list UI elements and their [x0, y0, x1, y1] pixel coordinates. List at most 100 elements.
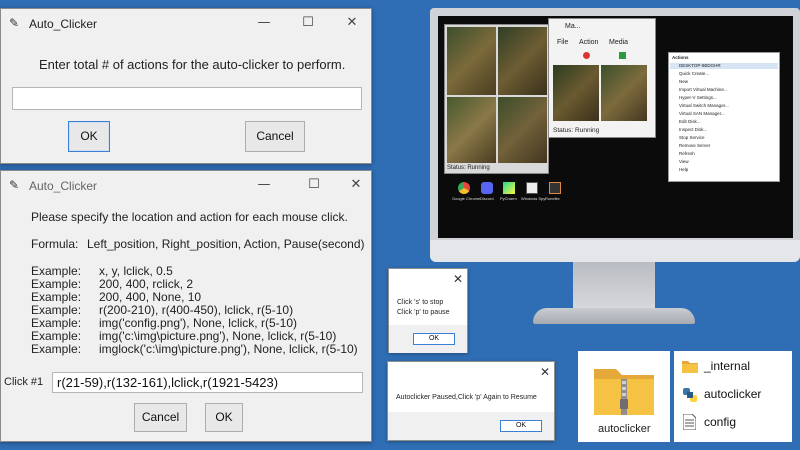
panel-item[interactable]: Import Virtual Machine... [679, 87, 728, 92]
game-window: Status: Running [444, 24, 549, 174]
cancel-button[interactable]: Cancel [245, 121, 305, 152]
ok-button[interactable]: OK [413, 333, 455, 345]
click-input[interactable]: r(21-59),r(132-161),lclick,r(1921-5423) [52, 372, 363, 393]
panel-item[interactable]: Refresh [679, 151, 695, 156]
panel-item[interactable]: New [679, 79, 688, 84]
file-row-autoclicker[interactable]: autoclicker [682, 385, 782, 405]
formula-label: Formula: [31, 237, 79, 251]
panel-item[interactable]: Hyper-V Settings... [679, 95, 717, 100]
panel-item[interactable]: Inspect Disk... [679, 127, 707, 132]
maximize-icon[interactable]: ☐ [297, 14, 319, 32]
title-bar[interactable]: ✎ Auto_Clicker — ☐ ✕ [1, 9, 371, 39]
window-title: Auto_Clicker [29, 17, 98, 31]
menu-action[interactable]: Action [579, 39, 598, 46]
file-name: _internal [704, 359, 751, 373]
panel-item[interactable]: Quick Create... [679, 71, 709, 76]
game-view [447, 27, 496, 95]
paused-popup: ✕ Autoclicker Paused,Click 'p' Again to … [387, 361, 555, 441]
example-label: Example: [31, 290, 82, 304]
chrome-icon[interactable] [458, 182, 470, 194]
desktop-icon-label: Google Chrome [452, 196, 481, 201]
panel-item[interactable]: View [679, 159, 689, 164]
example-label: Example: [31, 329, 82, 343]
desktop-icon-label: PyCharm [500, 196, 517, 201]
panel-item[interactable]: Remove Server [679, 143, 710, 148]
cancel-button[interactable]: Cancel [134, 403, 187, 432]
record-icon[interactable] [583, 52, 590, 59]
minimize-icon[interactable]: — [253, 14, 275, 32]
hotkeys-popup: ✕ Click 's' to stop Click 'p' to pause O… [388, 268, 468, 353]
media-player-title: Ma... [565, 23, 581, 30]
panel-item[interactable]: Virtual Switch Manager... [679, 103, 729, 108]
panel-item[interactable]: Edit Disk... [679, 119, 701, 124]
monitor-base [533, 308, 695, 324]
maximize-icon[interactable]: ☐ [303, 176, 325, 194]
game-view [498, 27, 547, 95]
actions-panel: Actions DESKTOP-8BDGHR Quick Create... N… [668, 52, 780, 182]
panel-item[interactable]: Help [679, 167, 688, 172]
window-title: Auto_Clicker [29, 179, 98, 193]
hotkey-pause-text: Click 'p' to pause [397, 309, 450, 316]
example-value: 200, 400, None, 10 [99, 290, 202, 304]
hotkey-stop-text: Click 's' to stop [397, 299, 444, 306]
file-name: autoclicker [704, 387, 762, 401]
feather-icon: ✎ [9, 178, 20, 192]
media-player-window: Ma... File Action Media Status: Running [548, 18, 656, 138]
panel-item[interactable]: DESKTOP-8BDGHR [679, 63, 721, 68]
desktop-icon-label: Runelite [545, 196, 560, 201]
ok-button[interactable]: OK [500, 420, 542, 432]
actions-count-dialog: ✎ Auto_Clicker — ☐ ✕ Enter total # of ac… [0, 8, 372, 164]
python-exe-icon [683, 388, 697, 402]
example-label: Example: [31, 264, 82, 278]
zip-file-label: autoclicker [598, 423, 651, 435]
example-label: Example: [31, 303, 82, 317]
locations-dialog: ✎ Auto_Clicker — ☐ ✕ Please specify the … [0, 170, 372, 442]
ok-button[interactable]: OK [205, 403, 243, 432]
folder-icon [682, 361, 698, 373]
close-icon[interactable]: ✕ [341, 14, 363, 32]
example-value: r(200-210), r(400-450), lclick, r(5-10) [99, 303, 294, 317]
ok-label: OK [428, 335, 440, 342]
window-spy-icon[interactable] [526, 182, 538, 194]
game-status-text: Status: Running [447, 165, 490, 171]
pycharm-icon[interactable] [503, 182, 515, 194]
close-icon[interactable]: ✕ [453, 272, 463, 286]
ok-label: OK [80, 129, 98, 143]
close-icon[interactable]: ✕ [540, 365, 550, 379]
panel-item[interactable]: Stop Service [679, 135, 705, 140]
monitor-chin [430, 240, 800, 262]
close-icon[interactable]: ✕ [345, 176, 367, 194]
file-row-config[interactable]: config [682, 413, 782, 433]
minimize-icon[interactable]: — [253, 176, 275, 194]
title-bar[interactable]: ✎ Auto_Clicker — ☐ ✕ [1, 171, 371, 201]
paused-message: Autoclicker Paused,Click 'p' Again to Re… [396, 394, 537, 401]
ok-button[interactable]: OK [68, 121, 110, 152]
game-view [601, 65, 647, 121]
example-value: imglock('c:\img\picture.png'), None, lcl… [99, 342, 358, 356]
example-label: Example: [31, 277, 82, 291]
menu-file[interactable]: File [557, 39, 568, 46]
example-label: Example: [31, 316, 82, 330]
cancel-label: Cancel [256, 129, 294, 143]
game-view [447, 97, 496, 163]
actions-count-input[interactable] [12, 87, 362, 110]
cancel-label: Cancel [141, 410, 180, 424]
feather-icon: ✎ [9, 16, 20, 30]
example-value: 200, 400, rclick, 2 [99, 277, 194, 291]
zip-file-card[interactable]: autoclicker [578, 351, 670, 442]
example-value: x, y, lclick, 0.5 [99, 264, 173, 278]
toolbar-icons [553, 51, 651, 61]
menu-media[interactable]: Media [609, 39, 628, 46]
panel-header: Actions [672, 55, 689, 60]
zip-folder-icon [594, 369, 654, 415]
discord-icon[interactable] [481, 182, 493, 194]
runelite-icon[interactable] [549, 182, 561, 194]
desktop-icon-label: Windows Spy [521, 196, 546, 201]
example-value: img('c:\img\picture.png'), None, lclick,… [99, 329, 337, 343]
file-row-internal[interactable]: _internal [682, 357, 782, 377]
ok-label: OK [515, 422, 527, 429]
panel-item[interactable]: Virtual SAN Manager... [679, 111, 725, 116]
ok-label: OK [215, 410, 233, 424]
pause-icon[interactable] [619, 52, 626, 59]
media-player-status: Status: Running [553, 127, 600, 134]
